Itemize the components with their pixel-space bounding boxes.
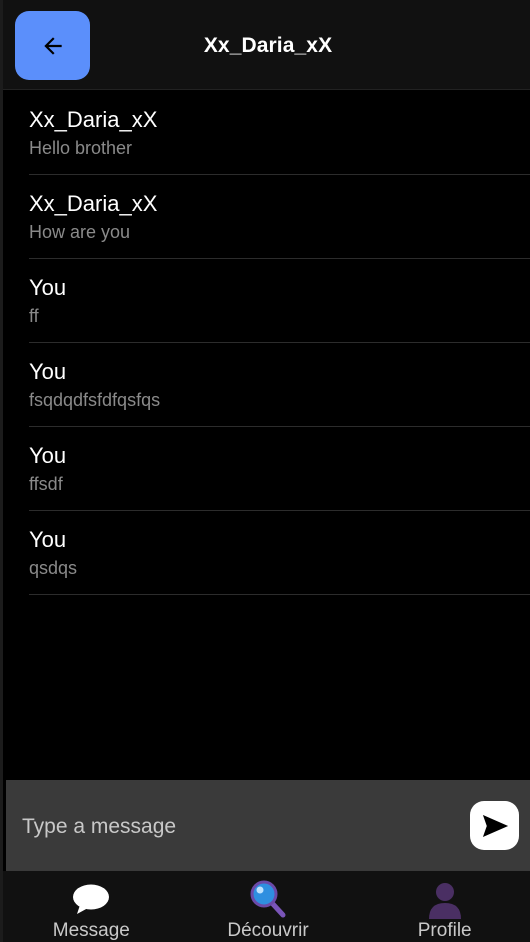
message-sender: You — [29, 443, 67, 468]
message-item: You ffsdf — [29, 427, 530, 511]
message-text: qsdqs — [29, 558, 78, 578]
nav-item-decouvrir[interactable]: Découvrir — [180, 871, 357, 942]
message-sender: Xx_Daria_xX — [29, 191, 158, 216]
message-list[interactable]: Xx_Daria_xX Hello brother Xx_Daria_xX Ho… — [6, 91, 530, 780]
message-text: How are you — [29, 222, 131, 242]
message-sender: You — [29, 275, 67, 300]
message-text: ffsdf — [29, 474, 63, 494]
message-sender: Xx_Daria_xX — [29, 107, 158, 132]
message-item: You ff — [29, 259, 530, 343]
message-text: Hello brother — [29, 138, 133, 158]
message-sender: You — [29, 359, 67, 384]
nav-item-message[interactable]: Message — [3, 871, 180, 942]
message-text: fsqdqdfsfdfqsfqs — [29, 390, 161, 410]
message-item: You qsdqs — [29, 511, 530, 595]
message-item: Xx_Daria_xX Hello brother — [29, 91, 530, 175]
nav-label-decouvrir: Découvrir — [227, 920, 309, 941]
nav-label-profile: Profile — [417, 920, 472, 941]
bottom-navigation: Message Découvrir Profile — [3, 871, 530, 942]
send-icon — [482, 814, 508, 837]
nav-item-profile[interactable]: Profile — [356, 871, 530, 942]
magnifier-icon — [250, 880, 286, 918]
app-screen: Xx_Daria_xX Xx_Daria_xX Hello brother Xx… — [0, 0, 530, 942]
message-item: You fsqdqdfsfdfqsfqs — [29, 343, 530, 427]
chat-title: Xx_Daria_xX — [203, 34, 333, 57]
nav-label-message: Message — [52, 920, 130, 941]
message-item: Xx_Daria_xX How are you — [29, 175, 530, 259]
message-input[interactable] — [20, 808, 444, 846]
message-composer — [6, 780, 530, 871]
person-icon — [428, 883, 461, 919]
message-sender: You — [29, 527, 67, 552]
message-text: ff — [29, 306, 39, 326]
speech-bubble-icon — [73, 884, 110, 914]
chat-header: Xx_Daria_xX — [3, 0, 530, 90]
send-button[interactable] — [470, 801, 519, 850]
